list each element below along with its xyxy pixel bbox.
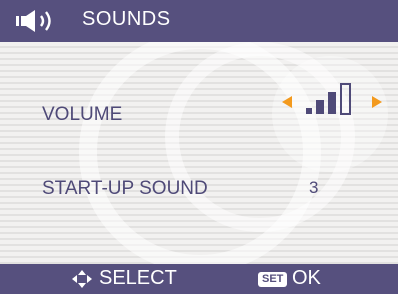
startup-sound-value: 3 — [309, 178, 319, 197]
menu-panel: VOLUME START-UP SOUND 3 — [0, 42, 398, 264]
sounds-menu-screen: SOUNDS VOLUME START-UP SOUND 3 SELECT SE… — [0, 0, 398, 294]
ok-hint: OK — [292, 267, 321, 289]
page-title: SOUNDS — [82, 8, 171, 30]
set-button-badge: SET — [258, 272, 288, 287]
volume-bar-3 — [328, 92, 336, 114]
four-way-arrow-icon — [72, 270, 92, 288]
right-arrow-icon — [372, 96, 382, 108]
volume-level-control[interactable] — [282, 80, 382, 122]
volume-bar-4 — [340, 83, 351, 115]
select-hint: SELECT — [99, 267, 177, 289]
volume-bar-1 — [306, 108, 312, 114]
volume-bar-2 — [316, 100, 324, 114]
startup-sound-label[interactable]: START-UP SOUND — [42, 178, 208, 200]
left-arrow-icon — [282, 96, 292, 108]
speaker-icon — [16, 10, 51, 32]
background-decoration — [79, 42, 388, 264]
title-bar: SOUNDS — [0, 0, 398, 42]
volume-label[interactable]: VOLUME — [42, 104, 122, 126]
footer-bar: SELECT SET OK — [0, 264, 398, 294]
